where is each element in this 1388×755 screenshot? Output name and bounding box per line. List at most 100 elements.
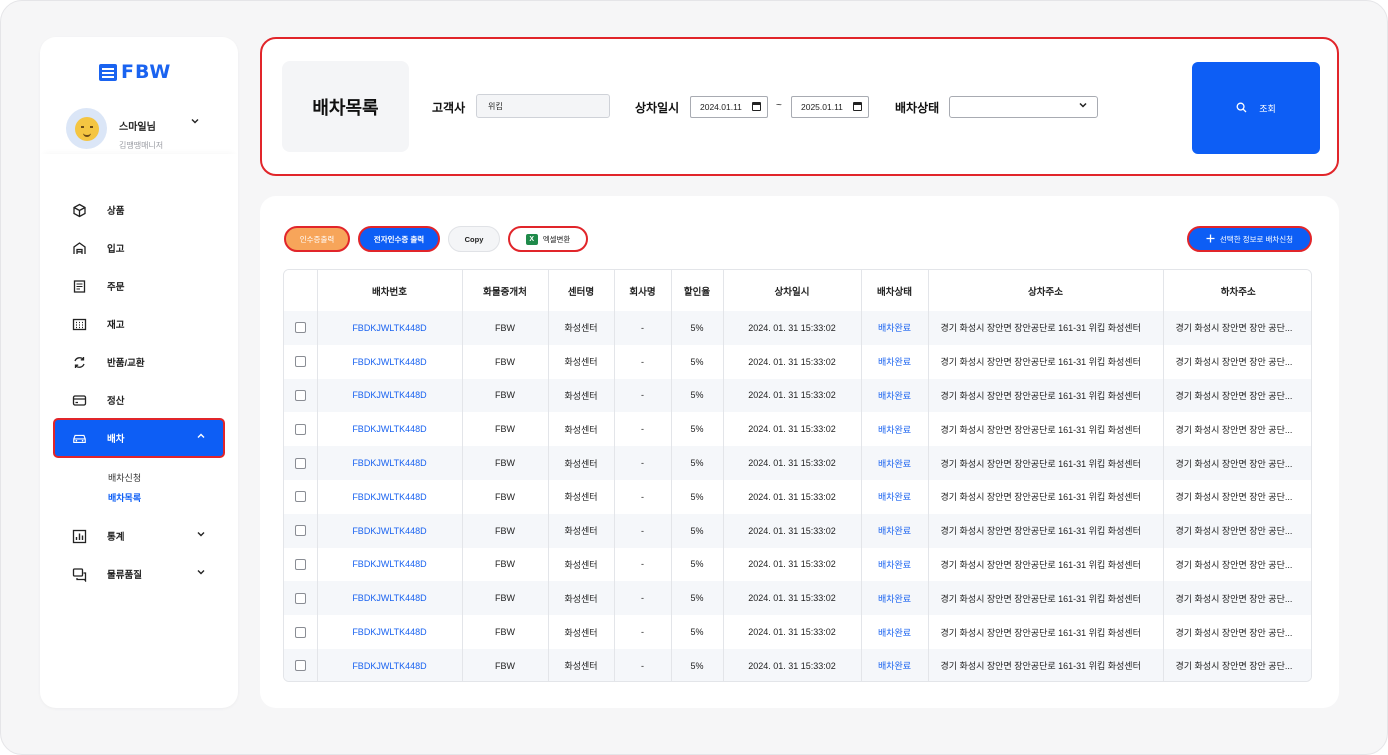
row-checkbox[interactable] (294, 525, 306, 537)
column-header[interactable]: 하차주소 (1163, 270, 1311, 311)
row-select-cell (284, 479, 318, 514)
row-checkbox[interactable] (294, 491, 306, 503)
load-address-cell: 경기 화성시 장안면 장안공단로 161-31 위킵 화성센터 (928, 648, 1164, 681)
row-select-cell (284, 547, 318, 582)
dispatch-number-cell[interactable]: FBDKJWLTK448D (317, 547, 463, 582)
dispatch-list-panel: 인수증출력 전자인수증 출력 Copy X 엑셀변환 선택한 정보로 배차신청 (260, 196, 1339, 708)
dispatch-number-cell[interactable]: FBDKJWLTK448D (317, 344, 463, 379)
column-header[interactable]: 회사명 (614, 270, 672, 311)
sidebar-item-dispatch[interactable]: 배차 (53, 418, 225, 458)
dispatch-status-cell: 배차완료 (861, 311, 929, 345)
company-name-cell: - (614, 615, 672, 649)
dispatch-number-cell[interactable]: FBDKJWLTK448D (317, 648, 463, 681)
load-address-cell: 경기 화성시 장안면 장안공단로 161-31 위킵 화성센터 (928, 412, 1164, 447)
customer-label: 고객사 (432, 101, 466, 115)
load-address-cell: 경기 화성시 장안면 장안공단로 161-31 위킵 화성센터 (928, 547, 1164, 582)
row-checkbox[interactable] (294, 356, 306, 368)
customer-input[interactable]: 위킵 (476, 94, 610, 118)
table-row[interactable]: FBDKJWLTK448D FBW 화성센터 -5% 2024. 01. 31 15:3… (284, 412, 1311, 447)
sidebar-item-settlement[interactable]: 정산 (54, 381, 224, 419)
logo[interactable]: FBW (99, 61, 171, 83)
sidebar-item-inbound[interactable]: 입고 (54, 229, 224, 267)
table-row[interactable]: FBDKJWLTK448D FBW 화성센터 -5% 2024. 01. 31 15:3… (284, 344, 1311, 379)
load-datetime-cell: 2024. 01. 31 15:33:02 (723, 479, 862, 514)
load-datetime-cell: 2024. 01. 31 15:33:02 (723, 513, 862, 548)
excel-export-button[interactable]: X 엑셀변환 (508, 226, 588, 252)
freight-broker-cell: FBW (462, 311, 549, 345)
row-checkbox[interactable] (294, 559, 306, 571)
sidebar-item-product[interactable]: 상품 (54, 191, 224, 229)
dispatch-status-select[interactable] (949, 96, 1098, 118)
calendar-icon[interactable] (853, 102, 862, 111)
dispatch-status-cell: 배차완료 (861, 446, 929, 480)
sidebar-item-logistics-quality[interactable]: 물류품질 (54, 555, 224, 593)
column-header[interactable]: 화물중개처 (462, 270, 549, 311)
table-row[interactable]: FBDKJWLTK448D FBW 화성센터 -5% 2024. 01. 31 15:3… (284, 446, 1311, 480)
date-to-input[interactable]: 2025.01.11 (791, 96, 869, 118)
dispatch-number-cell[interactable]: FBDKJWLTK448D (317, 311, 463, 345)
row-checkbox[interactable] (294, 592, 306, 604)
dispatch-number-cell[interactable]: FBDKJWLTK448D (317, 378, 463, 413)
chevron-down-icon (1078, 100, 1088, 113)
unload-address-cell: 경기 화성시 장안면 장안 공단... (1163, 311, 1311, 345)
sidebar-item-stock[interactable]: 재고 (54, 305, 224, 343)
dispatch-number-cell[interactable]: FBDKJWLTK448D (317, 479, 463, 514)
receipt-icon (72, 279, 87, 294)
dispatch-number-cell[interactable]: FBDKJWLTK448D (317, 581, 463, 616)
row-checkbox[interactable] (294, 457, 306, 469)
row-checkbox[interactable] (294, 322, 306, 334)
dispatch-status-cell: 배차완료 (861, 547, 929, 582)
unload-address-cell: 경기 화성시 장안면 장안 공단... (1163, 615, 1311, 649)
sidebar-item-return[interactable]: 반품/교환 (54, 343, 224, 381)
table-row[interactable]: FBDKJWLTK448D FBW 화성센터 -5% 2024. 01. 31 15:3… (284, 513, 1311, 548)
calendar-icon[interactable] (752, 102, 761, 111)
column-header[interactable]: 배차상태 (861, 270, 929, 311)
table-header-row: 배차번호 화물중개처 센터명 회사명 할인율 상차일시 배차상태 상차주소 하차… (284, 270, 1311, 311)
dispatch-number-cell[interactable]: FBDKJWLTK448D (317, 412, 463, 447)
table-row[interactable]: FBDKJWLTK448D FBW 화성센터 -5% 2024. 01. 31 15:3… (284, 547, 1311, 582)
center-name-cell: 화성센터 (548, 344, 615, 379)
print-e-receipt-button[interactable]: 전자인수증 출력 (358, 226, 440, 252)
print-receipt-button[interactable]: 인수증출력 (284, 226, 350, 252)
row-select-cell (284, 615, 318, 649)
dispatch-status-cell: 배차완료 (861, 412, 929, 447)
unload-address-cell: 경기 화성시 장안면 장안 공단... (1163, 446, 1311, 480)
submenu-item-dispatch-request[interactable]: 배차신청 (108, 471, 224, 491)
row-checkbox[interactable] (294, 626, 306, 638)
company-name-cell: - (614, 547, 672, 582)
column-header[interactable]: 센터명 (548, 270, 615, 311)
column-header[interactable]: 상차일시 (723, 270, 862, 311)
row-checkbox[interactable] (294, 423, 306, 435)
row-checkbox[interactable] (294, 660, 306, 672)
table-row[interactable]: FBDKJWLTK448D FBW 화성센터 -5% 2024. 01. 31 15:3… (284, 615, 1311, 649)
column-header-select (284, 270, 318, 311)
table-row[interactable]: FBDKJWLTK448D FBW 화성센터 -5% 2024. 01. 31 15:3… (284, 378, 1311, 413)
load-address-cell: 경기 화성시 장안면 장안공단로 161-31 위킵 화성센터 (928, 378, 1164, 413)
table-row[interactable]: FBDKJWLTK448D FBW 화성센터 -5% 2024. 01. 31 15:3… (284, 311, 1311, 345)
table-row[interactable]: FBDKJWLTK448D FBW 화성센터 -5% 2024. 01. 31 15:3… (284, 479, 1311, 514)
profile[interactable]: 스마일님 김땡땡매니저 (66, 108, 216, 152)
date-from-input[interactable]: 2024.01.11 (690, 96, 768, 118)
sidebar-item-statistics[interactable]: 통계 (54, 517, 224, 555)
dispatch-number-cell[interactable]: FBDKJWLTK448D (317, 513, 463, 548)
search-button[interactable]: 조회 (1192, 62, 1320, 154)
copy-button[interactable]: Copy (448, 226, 500, 252)
row-checkbox[interactable] (294, 390, 306, 402)
dispatch-number-cell[interactable]: FBDKJWLTK448D (317, 615, 463, 649)
chart-icon (72, 529, 87, 544)
table-row[interactable]: FBDKJWLTK448D FBW 화성센터 -5% 2024. 01. 31 15:3… (284, 648, 1311, 681)
column-header[interactable]: 할인율 (671, 270, 724, 311)
center-name-cell: 화성센터 (548, 615, 615, 649)
chevron-down-icon[interactable] (190, 116, 200, 129)
company-name-cell: - (614, 344, 672, 379)
column-header[interactable]: 상차주소 (928, 270, 1164, 311)
grid-icon (72, 317, 87, 332)
dispatch-number-cell[interactable]: FBDKJWLTK448D (317, 446, 463, 480)
table-row[interactable]: FBDKJWLTK448D FBW 화성센터 -5% 2024. 01. 31 15:3… (284, 581, 1311, 616)
sidebar-item-order[interactable]: 주문 (54, 267, 224, 305)
load-address-cell: 경기 화성시 장안면 장안공단로 161-31 위킵 화성센터 (928, 446, 1164, 480)
column-header[interactable]: 배차번호 (317, 270, 463, 311)
submenu-item-dispatch-list[interactable]: 배차목록 (108, 491, 224, 511)
load-datetime-cell: 2024. 01. 31 15:33:02 (723, 311, 862, 345)
request-dispatch-button[interactable]: 선택한 정보로 배차신청 (1187, 226, 1312, 252)
